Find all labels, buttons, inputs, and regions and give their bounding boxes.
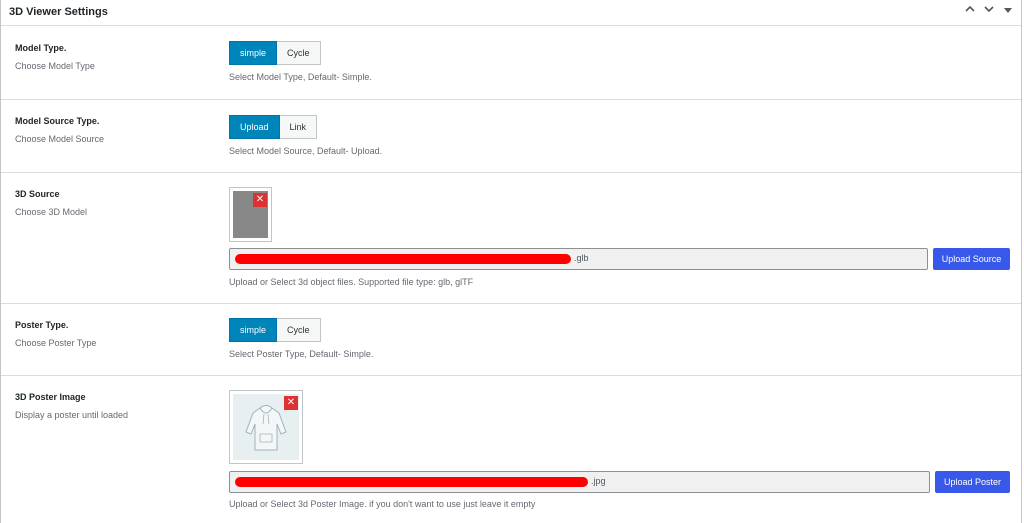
redaction-bar bbox=[235, 477, 588, 487]
upload-poster-button[interactable]: Upload Poster bbox=[935, 471, 1010, 493]
model-source-type-row: Model Source Type. Choose Model Source U… bbox=[1, 100, 1021, 173]
poster-type-hint: Select Poster Type, Default- Simple. bbox=[229, 349, 374, 359]
poster-image-label: 3D Poster Image bbox=[15, 392, 86, 402]
model-type-label: Model Type. bbox=[15, 43, 67, 53]
model-source-type-label: Model Source Type. bbox=[15, 116, 100, 126]
model-type-cycle-button[interactable]: Cycle bbox=[277, 41, 321, 65]
poster-file-suffix: .jpg bbox=[591, 476, 606, 486]
model-source-link-button[interactable]: Link bbox=[279, 115, 318, 139]
model-source-upload-button[interactable]: Upload bbox=[229, 115, 280, 139]
panel-header: 3D Viewer Settings bbox=[1, 0, 1021, 26]
viewer-settings-panel: 3D Viewer Settings Model Type. Choose Mo… bbox=[0, 0, 1022, 523]
poster-type-toggle: simple Cycle bbox=[229, 318, 321, 342]
poster-url-field[interactable]: .jpg bbox=[229, 471, 930, 493]
model-type-hint: Select Model Type, Default- Simple. bbox=[229, 72, 372, 82]
source-3d-hint: Upload or Select 3d object files. Suppor… bbox=[229, 277, 474, 287]
chevron-down-icon[interactable] bbox=[980, 3, 998, 21]
model-type-sublabel: Choose Model Type bbox=[15, 61, 95, 71]
close-icon[interactable]: ✕ bbox=[253, 193, 267, 207]
model-type-toggle: simple Cycle bbox=[229, 41, 321, 65]
poster-type-label: Poster Type. bbox=[15, 320, 69, 330]
poster-type-cycle-button[interactable]: Cycle bbox=[277, 318, 321, 342]
model-type-simple-button[interactable]: simple bbox=[229, 41, 278, 65]
source-3d-label: 3D Source bbox=[15, 189, 60, 199]
model-source-type-sublabel: Choose Model Source bbox=[15, 134, 105, 144]
chevron-up-icon[interactable] bbox=[961, 3, 979, 21]
model-source-type-hint: Select Model Source, Default- Upload. bbox=[229, 146, 383, 156]
source-3d-row: 3D Source Choose 3D Model ✕ .glb Upload … bbox=[1, 173, 1021, 304]
poster-image-row: 3D Poster Image Display a poster until l… bbox=[1, 376, 1021, 523]
triangle-down-icon[interactable] bbox=[999, 3, 1017, 21]
source-3d-url-field[interactable]: .glb bbox=[229, 248, 928, 270]
upload-source-button[interactable]: Upload Source bbox=[933, 248, 1010, 270]
redaction-bar bbox=[235, 254, 571, 264]
poster-type-simple-button[interactable]: simple bbox=[229, 318, 278, 342]
poster-image-sublabel: Display a poster until loaded bbox=[15, 410, 129, 420]
poster-image-hint: Upload or Select 3d Poster Image. if you… bbox=[229, 499, 536, 509]
model-source-toggle: Upload Link bbox=[229, 115, 318, 139]
source-3d-file-suffix: .glb bbox=[574, 253, 589, 263]
source-3d-thumbnail: ✕ bbox=[229, 187, 272, 242]
poster-type-sublabel: Choose Poster Type bbox=[15, 338, 97, 348]
model-type-row: Model Type. Choose Model Type simple Cyc… bbox=[1, 26, 1021, 100]
close-icon[interactable]: ✕ bbox=[284, 396, 298, 410]
poster-type-row: Poster Type. Choose Poster Type simple C… bbox=[1, 304, 1021, 376]
panel-title: 3D Viewer Settings bbox=[9, 6, 108, 18]
source-3d-sublabel: Choose 3D Model bbox=[15, 207, 88, 217]
poster-thumbnail: ✕ bbox=[229, 390, 303, 464]
